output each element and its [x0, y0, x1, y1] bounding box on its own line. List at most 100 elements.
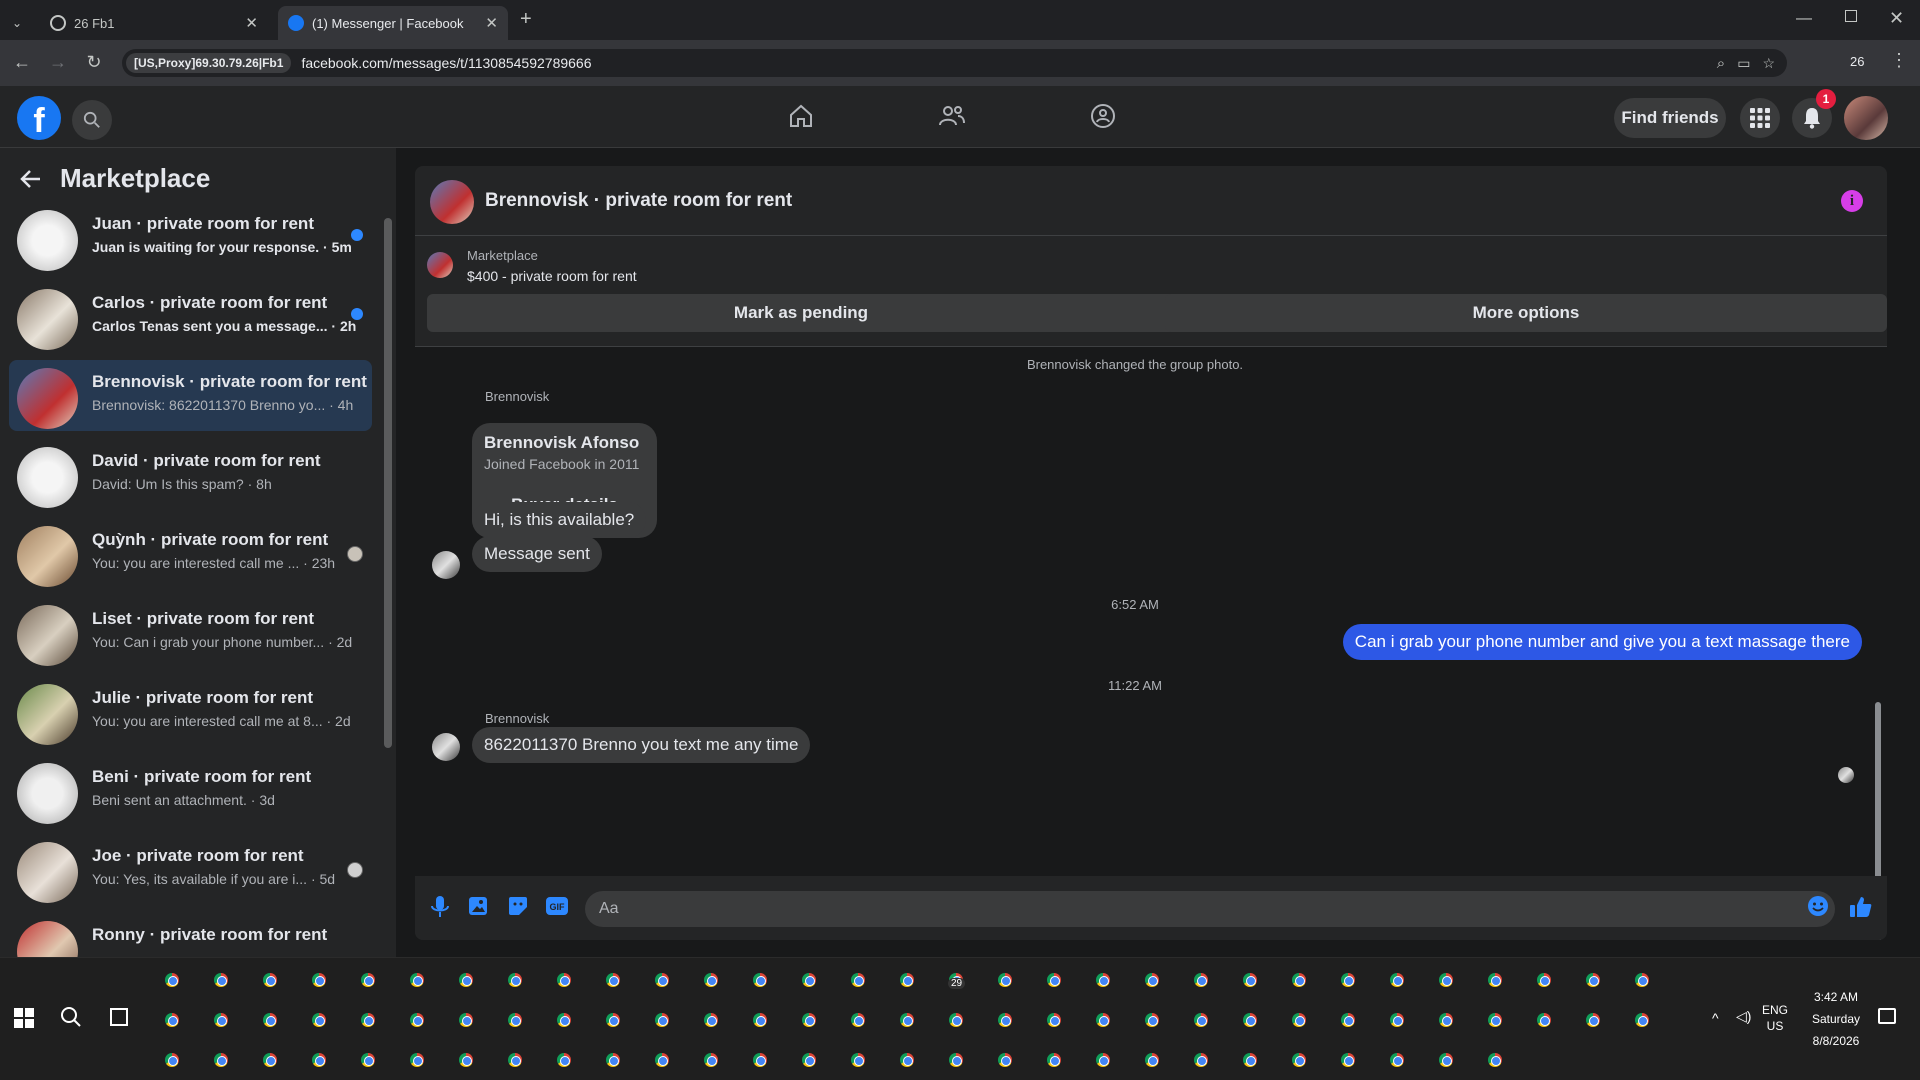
chrome-icon[interactable] [258, 1048, 282, 1072]
chrome-icon[interactable] [1336, 1048, 1360, 1072]
chrome-icon[interactable] [503, 1048, 527, 1072]
chrome-icon[interactable] [1483, 1048, 1507, 1072]
chrome-icon[interactable] [1238, 968, 1262, 992]
chrome-icon[interactable] [1336, 968, 1360, 992]
chrome-icon[interactable] [209, 1008, 233, 1032]
notification-center-icon[interactable] [1878, 1008, 1896, 1024]
chrome-icon[interactable] [1483, 968, 1507, 992]
chrome-icon[interactable] [356, 1008, 380, 1032]
chrome-icon[interactable] [797, 968, 821, 992]
find-friends-button[interactable]: Find friends [1614, 98, 1726, 138]
like-icon[interactable] [1849, 895, 1875, 921]
chrome-icon[interactable] [454, 1048, 478, 1072]
chrome-icon[interactable] [895, 1008, 919, 1032]
more-options-button[interactable]: More options [1165, 294, 1887, 332]
zoom-icon[interactable]: ⌕ [1717, 55, 1725, 72]
mark-pending-button[interactable]: Mark as pending [427, 294, 1175, 332]
chrome-icon[interactable] [1140, 1008, 1164, 1032]
menu-button[interactable] [1740, 98, 1780, 138]
chrome-icon[interactable] [1287, 968, 1311, 992]
chrome-icon[interactable] [748, 1048, 772, 1072]
chrome-icon[interactable] [993, 1008, 1017, 1032]
chrome-icon[interactable] [1581, 968, 1605, 992]
minimize-button[interactable]: — [1796, 10, 1812, 28]
chrome-icon[interactable] [993, 1048, 1017, 1072]
nav-home[interactable] [781, 98, 821, 134]
chrome-icon[interactable] [1042, 1048, 1066, 1072]
chrome-icon[interactable] [1385, 968, 1409, 992]
forward-icon[interactable]: → [46, 50, 70, 74]
chrome-icon[interactable] [1189, 1008, 1213, 1032]
chrome-icon[interactable] [552, 1048, 576, 1072]
window-close-button[interactable]: ✕ [1889, 8, 1904, 29]
chrome-icon[interactable] [895, 1048, 919, 1072]
windows-start-icon[interactable] [14, 1008, 34, 1028]
chrome-icon[interactable] [1532, 968, 1556, 992]
chrome-icon[interactable] [209, 1048, 233, 1072]
chrome-icon[interactable] [307, 1008, 331, 1032]
microphone-icon[interactable] [429, 895, 455, 921]
sticker-icon[interactable] [507, 895, 533, 921]
chrome-icon[interactable] [797, 1008, 821, 1032]
conversation-item[interactable]: Julie · private room for rent You: you a… [9, 676, 372, 747]
chrome-icon[interactable] [944, 1008, 968, 1032]
chrome-icon[interactable] [160, 1008, 184, 1032]
chrome-icon[interactable] [1091, 1008, 1115, 1032]
chrome-icon[interactable] [1287, 1008, 1311, 1032]
nav-groups[interactable] [1083, 98, 1123, 134]
search-button[interactable] [72, 100, 112, 140]
chrome-icon[interactable] [405, 968, 429, 992]
chrome-icon[interactable] [699, 1048, 723, 1072]
chrome-icon[interactable] [1483, 1008, 1507, 1032]
chrome-icon[interactable] [944, 1048, 968, 1072]
tab-26fb1[interactable]: 26 Fb1 ✕ [40, 6, 268, 40]
chrome-icon[interactable] [1189, 968, 1213, 992]
chrome-icon[interactable] [160, 1048, 184, 1072]
new-tab-button[interactable]: + [520, 8, 532, 31]
chrome-icon[interactable] [405, 1048, 429, 1072]
chrome-icon[interactable] [1238, 1048, 1262, 1072]
chrome-icon[interactable] [846, 968, 870, 992]
chrome-icon[interactable] [454, 968, 478, 992]
chrome-icon[interactable] [1434, 968, 1458, 992]
chrome-icon[interactable] [699, 968, 723, 992]
chrome-icon[interactable] [1189, 1048, 1213, 1072]
chrome-icon[interactable] [748, 968, 772, 992]
facebook-logo[interactable]: f [17, 96, 61, 140]
conversation-item[interactable]: Joe · private room for rent You: Yes, it… [9, 834, 372, 905]
chrome-icon[interactable] [1434, 1048, 1458, 1072]
conversation-item[interactable]: Quỳnh · private room for rent You: you a… [9, 518, 372, 589]
chrome-icon[interactable] [650, 1008, 674, 1032]
chrome-icon[interactable] [1532, 1008, 1556, 1032]
emoji-icon[interactable] [1807, 895, 1833, 921]
taskbar-search-icon[interactable] [60, 1006, 82, 1028]
chrome-icon[interactable] [258, 968, 282, 992]
conversation-item[interactable]: Carlos · private room for rent Carlos Te… [9, 281, 372, 352]
gif-icon[interactable]: GIF [545, 895, 571, 921]
conversation-item[interactable]: Liset · private room for rent You: Can i… [9, 597, 372, 668]
tab-messenger[interactable]: (1) Messenger | Facebook ✕ [278, 6, 508, 40]
chrome-icon[interactable] [405, 1008, 429, 1032]
chrome-icon[interactable] [1287, 1048, 1311, 1072]
chrome-icon[interactable] [258, 1008, 282, 1032]
chrome-icon[interactable] [1140, 1048, 1164, 1072]
chat-title[interactable]: Brennovisk · private room for rent [485, 190, 792, 212]
chrome-icon[interactable] [993, 968, 1017, 992]
chrome-icon[interactable] [1434, 1008, 1458, 1032]
chrome-icon[interactable] [846, 1008, 870, 1032]
chrome-icon[interactable] [1581, 1008, 1605, 1032]
chrome-icon[interactable] [307, 968, 331, 992]
star-icon[interactable]: ☆ [1762, 55, 1775, 72]
chrome-icon[interactable] [1336, 1008, 1360, 1032]
profile-number[interactable]: 26 [1850, 54, 1864, 69]
chrome-icon[interactable] [748, 1008, 772, 1032]
chrome-icon[interactable] [552, 1008, 576, 1032]
tab-search-button[interactable]: ⌄ [6, 6, 30, 40]
tray-chevron-icon[interactable]: ^ [1712, 1010, 1719, 1026]
volume-icon[interactable]: ◁) [1736, 1008, 1751, 1025]
chrome-icon[interactable] [307, 1048, 331, 1072]
chrome-icon[interactable] [1385, 1048, 1409, 1072]
chrome-icon[interactable] [1042, 1008, 1066, 1032]
chrome-icon[interactable] [601, 1048, 625, 1072]
chrome-icon[interactable] [160, 968, 184, 992]
